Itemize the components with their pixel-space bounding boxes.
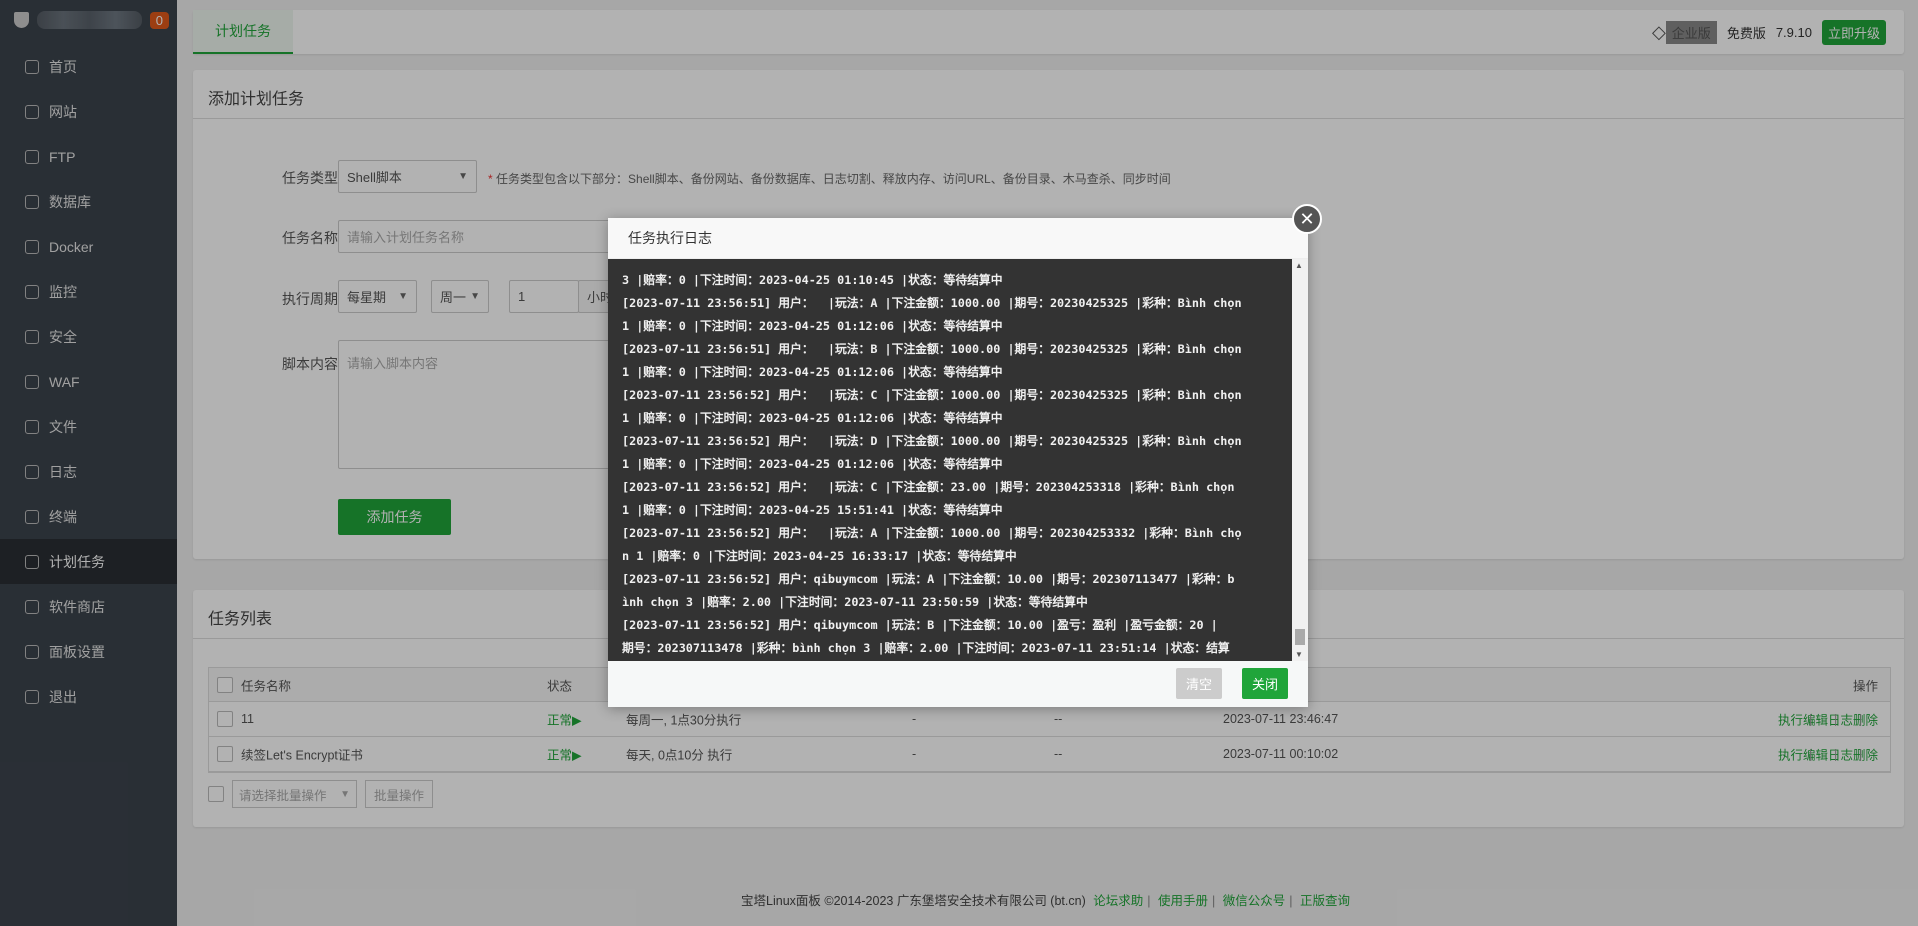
log-line: 3 |赔率：0 |下注时间：2023-04-25 01:10:45 |状态：等待…: [622, 273, 1003, 287]
log-line: 1 |赔率：0 |下注时间：2023-04-25 01:12:06 |状态：等待…: [622, 457, 1003, 471]
log-line: 1 |赔率：0 |下注时间：2023-04-25 01:12:06 |状态：等待…: [622, 319, 1003, 333]
log-line: [2023-07-11 23:56:52] 用户：qibuymcom |玩法：A…: [622, 572, 1235, 586]
scroll-up-icon[interactable]: ▲: [1295, 261, 1303, 270]
modal-title: 任务执行日志: [608, 218, 1308, 259]
log-output[interactable]: 3 |赔率：0 |下注时间：2023-04-25 01:10:45 |状态：等待…: [608, 259, 1292, 661]
log-line: n 1 |赔率：0 |下注时间：2023-04-25 16:33:17 |状态：…: [622, 549, 1017, 563]
log-line: 1 |赔率：0 |下注时间：2023-04-25 01:12:06 |状态：等待…: [622, 411, 1003, 425]
log-scrollbar[interactable]: ▲ ▼: [1292, 259, 1308, 661]
clear-button[interactable]: 清空: [1176, 668, 1222, 699]
log-line: 1 |赔率：0 |下注时间：2023-04-25 15:51:41 |状态：等待…: [622, 503, 1003, 517]
log-line: 期号：202307113478 |彩种：bình chọn 3 |赔率：2.00…: [622, 641, 1230, 655]
log-line: [2023-07-11 23:56:52] 用户：qibuymcom |玩法：B…: [622, 618, 1218, 632]
log-line: [2023-07-11 23:56:52] 用户： |玩法：C |下注金额：10…: [622, 388, 1242, 402]
log-line: [2023-07-11 23:56:51] 用户： |玩法：B |下注金额：10…: [622, 342, 1242, 356]
close-icon[interactable]: ✕: [1292, 204, 1322, 234]
log-line: [2023-07-11 23:56:52] 用户： |玩法：C |下注金额：23…: [622, 480, 1235, 494]
close-button[interactable]: 关闭: [1242, 668, 1288, 699]
scroll-down-icon[interactable]: ▼: [1295, 650, 1303, 659]
log-line: [2023-07-11 23:56:51] 用户： |玩法：A |下注金额：10…: [622, 296, 1242, 310]
log-line: [2023-07-11 23:56:52] 用户： |玩法：D |下注金额：10…: [622, 434, 1242, 448]
log-line: [2023-07-11 23:56:52] 用户： |玩法：A |下注金额：10…: [622, 526, 1242, 540]
log-line: ình chọn 3 |赔率：2.00 |下注时间：2023-07-11 23:…: [622, 595, 1088, 609]
scroll-thumb[interactable]: [1295, 629, 1305, 645]
log-line: 1 |赔率：0 |下注时间：2023-04-25 01:12:06 |状态：等待…: [622, 365, 1003, 379]
task-log-modal: 任务执行日志 ✕ 3 |赔率：0 |下注时间：2023-04-25 01:10:…: [608, 204, 1322, 707]
